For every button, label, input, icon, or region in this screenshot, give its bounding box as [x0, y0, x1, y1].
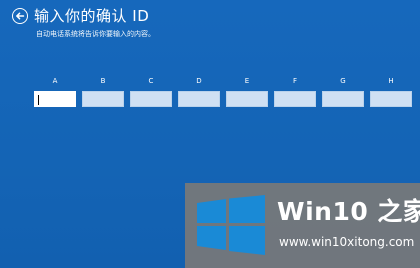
- field-label-f: F: [292, 77, 298, 85]
- confirmation-input-b[interactable]: [82, 91, 124, 107]
- confirmation-input-f[interactable]: [274, 91, 316, 107]
- field-group-f: F: [274, 77, 316, 107]
- field-label-e: E: [244, 77, 250, 85]
- watermark: Win10 之家 www.win10xitong.com: [185, 183, 420, 268]
- field-label-d: D: [196, 77, 202, 85]
- confirmation-input-c[interactable]: [130, 91, 172, 107]
- instruction-text: 自动电话系统将告诉你要输入的内容。: [36, 30, 155, 38]
- confirmation-input-d[interactable]: [178, 91, 220, 107]
- field-group-h: H: [370, 77, 412, 107]
- text-caret: [38, 95, 39, 105]
- page-title: 输入你的确认 ID: [34, 7, 150, 25]
- watermark-brand-name: Win10 之家: [277, 197, 420, 226]
- confirmation-id-fields: A B C D E F G H: [34, 77, 412, 107]
- confirmation-input-g[interactable]: [322, 91, 364, 107]
- field-label-h: H: [388, 77, 394, 85]
- field-group-b: B: [82, 77, 124, 107]
- field-label-g: G: [340, 77, 346, 85]
- field-group-a: A: [34, 77, 76, 107]
- field-label-a: A: [52, 77, 58, 85]
- watermark-url: www.win10xitong.com: [279, 235, 415, 249]
- field-group-d: D: [178, 77, 220, 107]
- field-label-c: C: [148, 77, 154, 85]
- back-button[interactable]: [12, 8, 28, 24]
- field-label-b: B: [100, 77, 106, 85]
- field-group-c: C: [130, 77, 172, 107]
- confirmation-input-e[interactable]: [226, 91, 268, 107]
- windows-logo-icon: [197, 195, 265, 255]
- field-group-g: G: [322, 77, 364, 107]
- field-group-e: E: [226, 77, 268, 107]
- confirmation-input-h[interactable]: [370, 91, 412, 107]
- confirmation-input-a[interactable]: [34, 91, 76, 107]
- back-arrow-icon: [16, 12, 25, 20]
